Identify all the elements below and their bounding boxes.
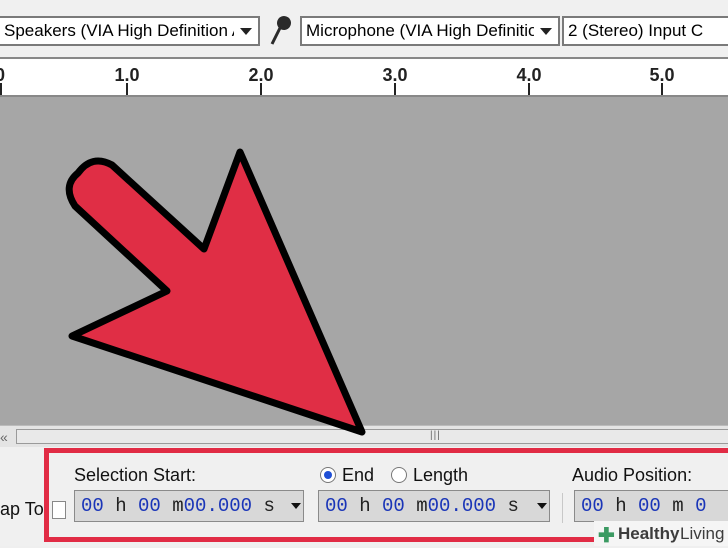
ruler-tick-mark — [528, 83, 530, 95]
horizontal-scrollbar[interactable]: « ||| — [0, 425, 728, 448]
ruler-tick-mark — [126, 83, 128, 95]
recording-device-value: Microphone (VIA High Definitio — [306, 21, 534, 40]
recording-channels-select[interactable]: 2 (Stereo) Input C — [562, 16, 728, 46]
ruler-tick-mark — [0, 83, 2, 95]
watermark-logo: ✚ Healthy Living — [594, 521, 728, 547]
playback-device-select[interactable]: Speakers (VIA High Definition A — [0, 16, 260, 46]
watermark-brand-bold: Healthy — [618, 524, 680, 543]
recording-device-select[interactable]: Microphone (VIA High Definitio — [300, 16, 560, 46]
scrollbar-thumb[interactable] — [16, 429, 728, 444]
chevron-down-icon — [240, 28, 252, 35]
scroll-left-icon[interactable]: « — [0, 429, 8, 445]
watermark-brand-light: Living — [680, 524, 725, 543]
recording-channels-value: 2 (Stereo) Input C — [568, 21, 704, 40]
ruler-tick-mark — [260, 83, 262, 95]
microphone-icon — [270, 16, 291, 45]
ruler-tick-mark — [661, 83, 663, 95]
track-area[interactable] — [0, 97, 728, 425]
snap-to-label: ap To — [0, 499, 44, 519]
chevron-down-icon — [540, 28, 552, 35]
device-toolbar: Speakers (VIA High Definition A Micropho… — [0, 0, 728, 60]
grip-icon: ||| — [430, 430, 441, 441]
plus-icon: ✚ — [598, 525, 615, 547]
playback-device-value: Speakers (VIA High Definition A — [4, 21, 234, 40]
timeline-ruler[interactable]: 0 1.0 2.0 3.0 4.0 5.0 — [0, 57, 728, 97]
ruler-tick-mark — [394, 83, 396, 95]
